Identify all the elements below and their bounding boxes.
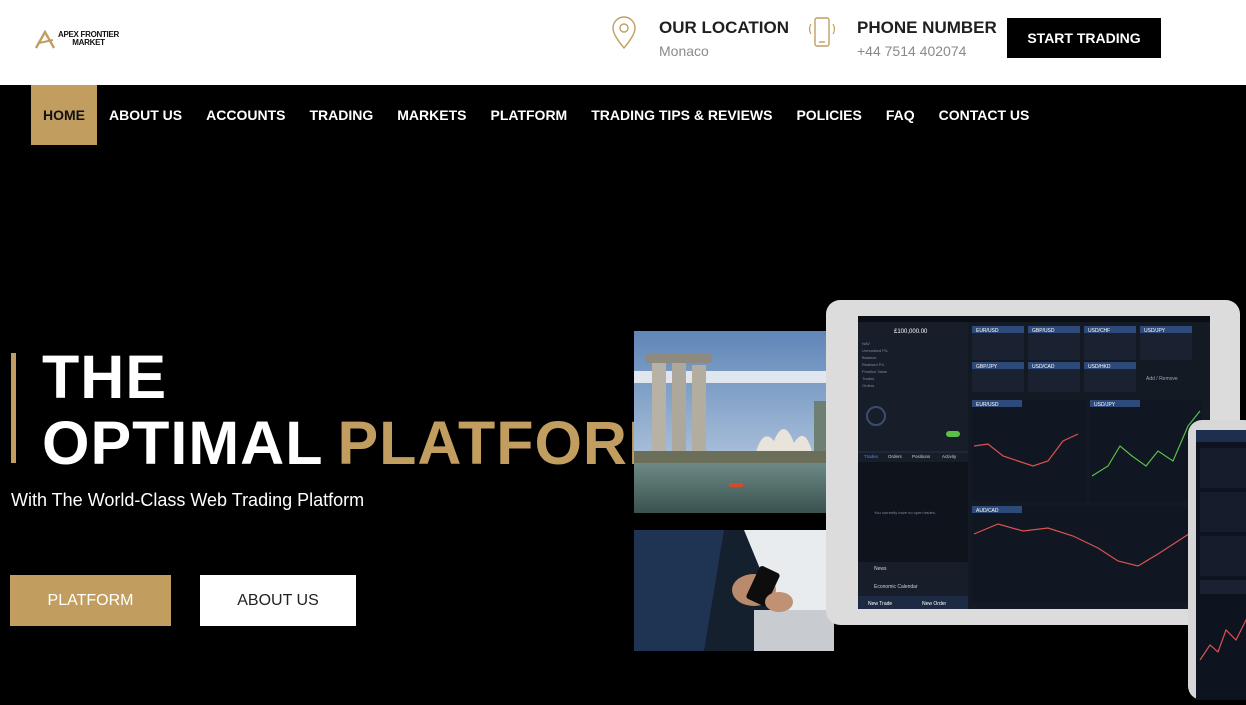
platform-button[interactable]: PLATFORM xyxy=(10,575,171,626)
nav-about-us[interactable]: ABOUT US xyxy=(97,85,194,145)
nav-trading[interactable]: TRADING xyxy=(297,85,385,145)
pair-usdcad[interactable]: USD/CAD xyxy=(1032,364,1055,370)
nav-trading-tips[interactable]: TRADING TIPS & REVIEWS xyxy=(579,85,784,145)
svg-text:Realised P/L: Realised P/L xyxy=(862,362,885,367)
trading-platform-screen: £100,000.00 NAV Unrealised P/L Balance Rea… xyxy=(858,316,1210,609)
hero-title-word-optimal: OPTIMAL xyxy=(42,409,324,477)
pair-usdjpy[interactable]: USD/JPY xyxy=(1144,328,1166,334)
pair-gbpjpy[interactable]: GBP/JPY xyxy=(976,364,998,370)
news-link[interactable]: News xyxy=(874,566,887,572)
account-balance: £100,000.00 xyxy=(894,329,928,335)
phone-icon xyxy=(808,17,836,47)
svg-text:Orders: Orders xyxy=(862,383,874,388)
phone-screen xyxy=(1196,430,1246,700)
nav-faq[interactable]: FAQ xyxy=(874,85,927,145)
chart-usdjpy-title: USD/JPY xyxy=(1094,402,1116,408)
pair-gbpusd[interactable]: GBP/USD xyxy=(1032,328,1055,334)
nav-platform[interactable]: PLATFORM xyxy=(478,85,579,145)
tab-trades[interactable]: Trades xyxy=(864,454,879,459)
hero-title-word-platform: PLATFORM xyxy=(337,409,680,477)
tab-activity[interactable]: Activity xyxy=(942,454,957,459)
svg-text:Balance: Balance xyxy=(862,355,877,360)
map-pin-icon xyxy=(612,16,636,50)
hero-title-line1: THE xyxy=(42,343,167,411)
nav-accounts[interactable]: ACCOUNTS xyxy=(194,85,297,145)
phone-label: PHONE NUMBER xyxy=(857,18,997,37)
new-trade-button[interactable]: New Trade xyxy=(868,601,892,607)
hero-title-line2: OPTIMAL PLATFORM xyxy=(42,408,680,478)
svg-text:Position Value: Position Value xyxy=(862,369,888,374)
main-nav: HOME ABOUT US ACCOUNTS TRADING MARKETS P… xyxy=(31,85,1041,145)
chart-eurusd-title: EUR/USD xyxy=(976,402,999,408)
pair-eurusd[interactable]: EUR/USD xyxy=(976,328,999,334)
nav-policies[interactable]: POLICIES xyxy=(784,85,873,145)
about-us-button[interactable]: ABOUT US xyxy=(200,575,356,626)
logo-mark-icon xyxy=(34,30,56,49)
tab-orders[interactable]: Orders xyxy=(888,454,903,459)
logo-text: APEX FRONTIER MARKET xyxy=(58,30,119,47)
svg-text:NAV: NAV xyxy=(862,341,870,346)
svg-text:Unrealised P/L: Unrealised P/L xyxy=(862,348,889,353)
start-trading-button[interactable]: START TRADING xyxy=(1007,18,1161,58)
pair-usdhkd[interactable]: USD/HKD xyxy=(1088,364,1111,370)
add-remove-link[interactable]: Add / Remove xyxy=(1146,376,1178,382)
phone-device xyxy=(1188,420,1246,700)
city-skyline-image xyxy=(634,331,834,513)
svg-text:Trades: Trades xyxy=(862,376,874,381)
location-value: Monaco xyxy=(659,43,709,59)
tab-positions[interactable]: Positions xyxy=(912,454,931,459)
chart-audcad-title: AUD/CAD xyxy=(976,508,999,514)
hero-subtitle: With The World-Class Web Trading Platfor… xyxy=(11,490,365,510)
new-order-button[interactable]: New Order xyxy=(922,601,947,607)
nav-markets[interactable]: MARKETS xyxy=(385,85,478,145)
nav-contact-us[interactable]: CONTACT US xyxy=(927,85,1042,145)
hands-phone-image xyxy=(634,530,834,651)
phone-value[interactable]: +44 7514 402074 xyxy=(857,43,966,59)
hero-accent-bar xyxy=(11,353,16,463)
location-label: OUR LOCATION xyxy=(659,18,790,37)
no-trades-message: You currently have no open trades. xyxy=(874,510,936,515)
nav-home[interactable]: HOME xyxy=(31,85,97,145)
pair-usdchf[interactable]: USD/CHF xyxy=(1088,328,1110,334)
brand-logo[interactable]: APEX FRONTIER MARKET xyxy=(34,28,134,52)
economic-calendar-link[interactable]: Economic Calendar xyxy=(874,584,918,590)
top-header: APEX FRONTIER MARKET OUR LOCATION Monaco … xyxy=(0,0,1246,85)
